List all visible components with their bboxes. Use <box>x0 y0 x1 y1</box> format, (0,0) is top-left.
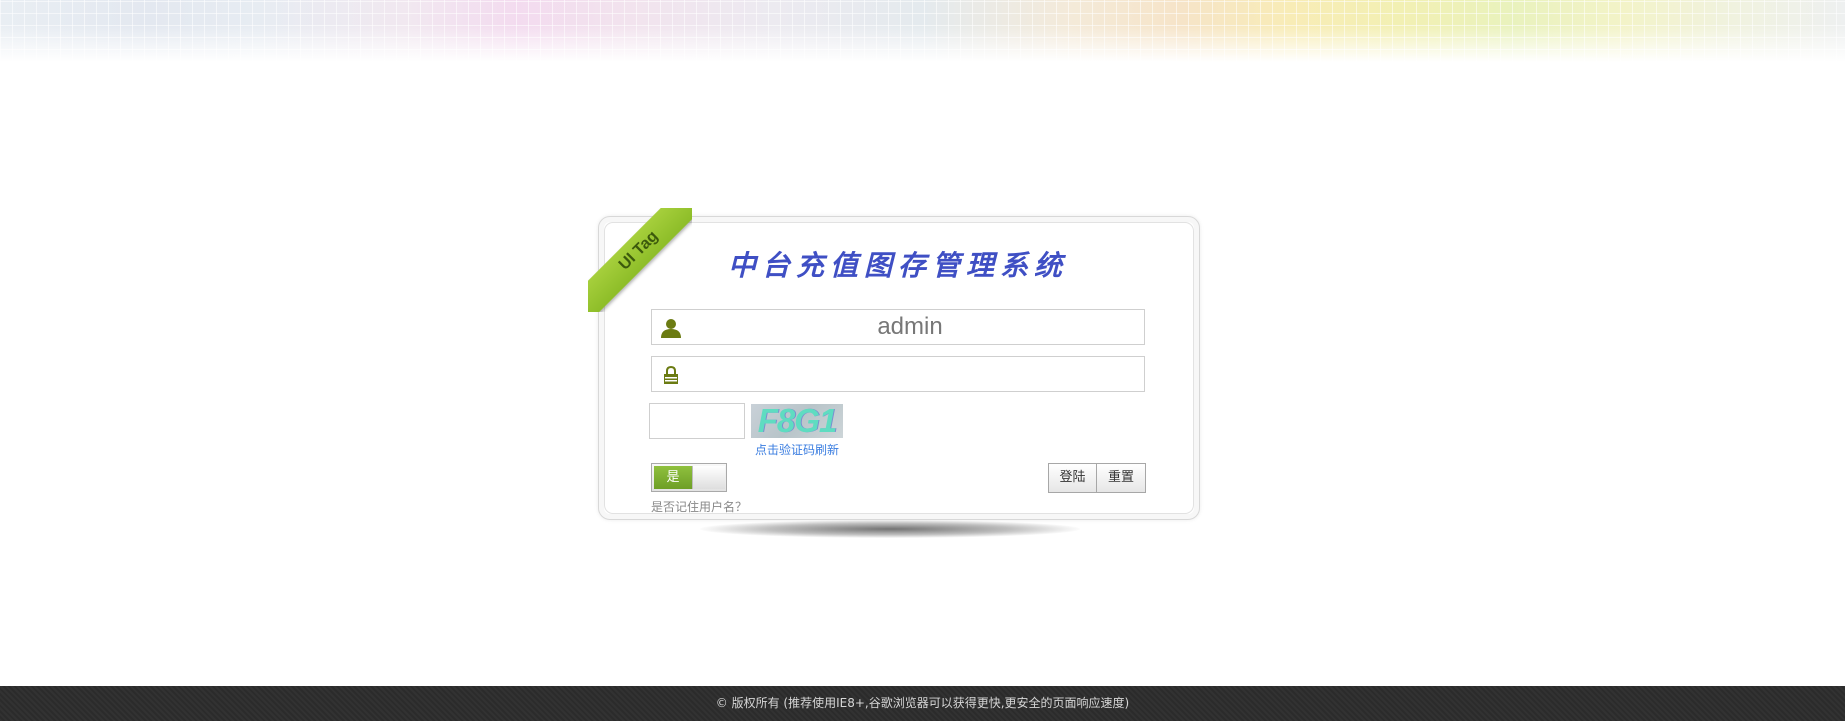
user-icon <box>660 317 682 339</box>
captcha-input[interactable] <box>649 403 745 439</box>
toggle-on-label: 是 <box>654 466 692 489</box>
username-input[interactable] <box>688 310 1132 344</box>
captcha-text: F8G1 <box>757 404 838 438</box>
remember-username-toggle[interactable]: 是 <box>651 463 727 492</box>
captcha-image[interactable]: F8G1 <box>751 404 843 438</box>
captcha-refresh-link[interactable]: 点击验证码刷新 <box>751 441 843 458</box>
remember-username-label: 是否记住用户名？ <box>651 500 748 514</box>
toggle-knob <box>692 466 725 489</box>
login-button[interactable]: 登陆 <box>1048 463 1097 493</box>
page-title: 中台充值图存管理系统 <box>727 249 1068 282</box>
username-field[interactable] <box>651 309 1145 345</box>
password-input[interactable] <box>688 357 1132 391</box>
footer-copyright: © 版权所有 (推荐使用IE8+,谷歌浏览器可以获得更快,更安全的页面响应速度) <box>0 686 1845 721</box>
lock-icon <box>660 364 682 386</box>
password-field[interactable] <box>651 356 1145 392</box>
header-mosaic-banner <box>0 0 1845 62</box>
login-page: UI Tag 中台充值图存管理系统 F8G1 点击验证码刷新 是 <box>0 0 1845 721</box>
reset-button[interactable]: 重置 <box>1096 463 1146 493</box>
card-drop-shadow <box>700 520 1080 538</box>
